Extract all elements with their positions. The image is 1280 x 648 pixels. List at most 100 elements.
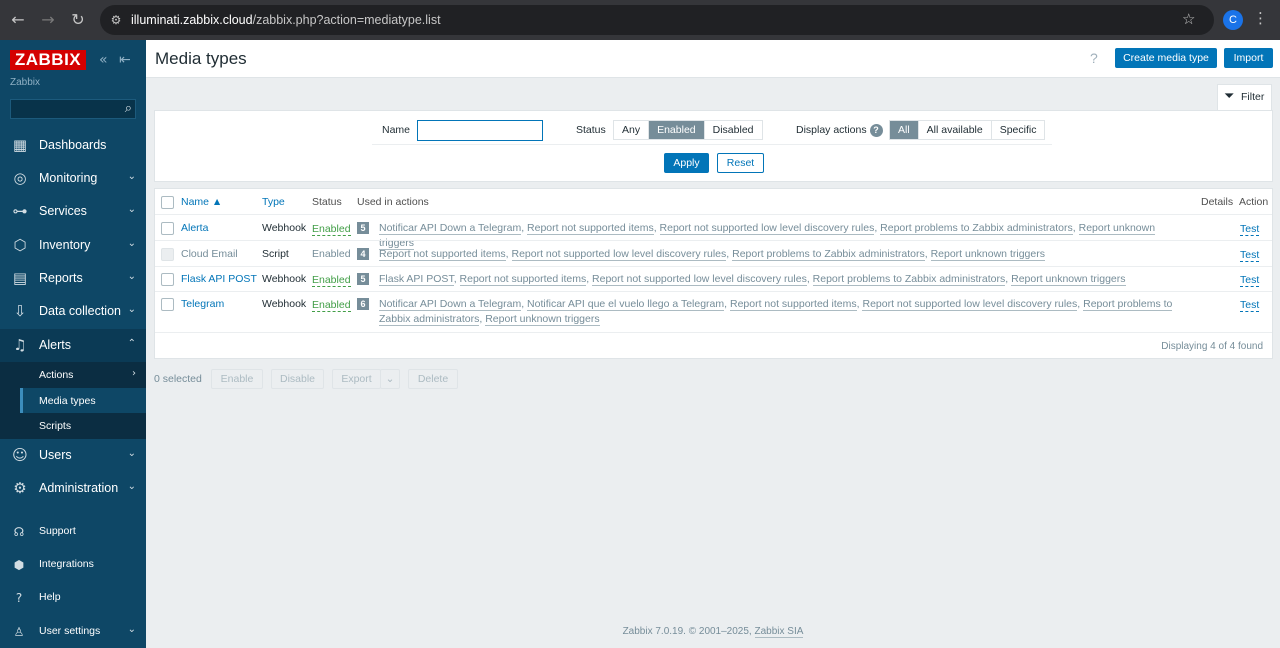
url-host: illuminati.zabbix.cloud bbox=[131, 13, 253, 27]
export-dropdown-icon[interactable]: ⌄ bbox=[380, 369, 400, 389]
actions-count-badge: 4 bbox=[357, 248, 369, 260]
header-name[interactable]: Name ▲ bbox=[181, 196, 222, 208]
profile-avatar[interactable]: C bbox=[1223, 10, 1243, 30]
user-icon: ♙ bbox=[13, 625, 25, 639]
sidebar: ZABBIX « ⇤ Zabbix ⌕ ▦ Dashboards ◎ Monit… bbox=[0, 40, 146, 648]
submenu-media-types[interactable]: Media types bbox=[20, 388, 146, 413]
submenu-scripts[interactable]: Scripts bbox=[20, 413, 146, 438]
data-collection-icon: ⇩ bbox=[13, 302, 27, 320]
media-type-name[interactable]: Alerta bbox=[181, 221, 208, 236]
table-row: Flask API POST Webhook Enabled 5 Flask A… bbox=[155, 266, 1272, 291]
search-icon[interactable]: ⌕ bbox=[125, 101, 132, 116]
action-link[interactable]: Report problems to Zabbix administrators bbox=[812, 273, 1006, 286]
row-checkbox[interactable] bbox=[161, 248, 174, 261]
back-arrow-icon[interactable]: ← bbox=[8, 10, 28, 30]
browser-toolbar: ← → ↻ ⚙ illuminati.zabbix.cloud/zabbix.p… bbox=[0, 0, 1280, 40]
action-link[interactable]: Report not supported items bbox=[729, 298, 857, 311]
action-link[interactable]: Report not supported low level discovery… bbox=[592, 273, 807, 286]
action-link[interactable]: Notificar API Down a Telegram bbox=[379, 222, 522, 235]
menu-services[interactable]: ⊶ Services ⌄ bbox=[0, 195, 146, 228]
menu-user-settings[interactable]: ♙ User settings ⌄ bbox=[0, 619, 146, 645]
question-icon[interactable]: ? bbox=[1090, 50, 1098, 66]
menu-dashboards[interactable]: ▦ Dashboards bbox=[0, 129, 146, 162]
create-media-type-button[interactable]: Create media type bbox=[1115, 48, 1217, 68]
status-toggle[interactable]: Enabled bbox=[312, 299, 351, 312]
select-all-checkbox[interactable] bbox=[161, 196, 174, 209]
menu-integrations[interactable]: ⬢ Integrations bbox=[0, 552, 146, 578]
action-link[interactable]: Report not supported low level discovery… bbox=[659, 222, 875, 235]
question-icon[interactable]: ? bbox=[869, 124, 883, 137]
header-type[interactable]: Type bbox=[262, 196, 285, 208]
test-link[interactable]: Test bbox=[1240, 249, 1260, 262]
action-link[interactable]: Report not supported items bbox=[459, 273, 587, 286]
filter-tab-label: Filter bbox=[1241, 91, 1265, 103]
collapse-sidebar-icon[interactable]: « bbox=[99, 52, 108, 68]
actions-count-badge: 5 bbox=[357, 273, 369, 285]
menu-help[interactable]: ? Help bbox=[0, 585, 146, 611]
action-link[interactable]: Notificar API Down a Telegram bbox=[379, 298, 522, 311]
table-row: Cloud Email Script Enabled 4 Report not … bbox=[155, 240, 1272, 266]
menu-data-collection[interactable]: ⇩ Data collection ⌄ bbox=[0, 295, 146, 328]
test-link[interactable]: Test bbox=[1240, 274, 1260, 287]
actions-count-badge: 5 bbox=[357, 222, 369, 234]
action-link[interactable]: Notificar API que el vuelo llego a Teleg… bbox=[527, 298, 725, 311]
test-link[interactable]: Test bbox=[1240, 299, 1260, 312]
delete-button[interactable]: Delete bbox=[408, 369, 458, 389]
site-settings-icon[interactable]: ⚙ bbox=[108, 12, 124, 28]
zabbix-logo[interactable]: ZABBIX bbox=[10, 50, 86, 70]
reset-button[interactable]: Reset bbox=[717, 153, 764, 173]
name-filter-input[interactable] bbox=[417, 120, 543, 141]
action-link[interactable]: Report unknown triggers bbox=[930, 248, 1045, 261]
row-checkbox[interactable] bbox=[161, 222, 174, 235]
reload-icon[interactable]: ↻ bbox=[68, 10, 88, 30]
menu-label: Data collection bbox=[39, 304, 121, 318]
menu-administration[interactable]: ⚙ Administration ⌄ bbox=[0, 472, 146, 505]
action-link[interactable]: Report not supported items bbox=[379, 248, 506, 261]
display-all[interactable]: All bbox=[890, 121, 919, 139]
row-checkbox[interactable] bbox=[161, 298, 174, 311]
import-button[interactable]: Import bbox=[1224, 48, 1273, 68]
action-link[interactable]: Report problems to Zabbix administrators bbox=[880, 222, 1073, 235]
action-link[interactable]: Flask API POST bbox=[379, 273, 454, 286]
apply-button[interactable]: Apply bbox=[664, 153, 709, 173]
export-button[interactable]: Export bbox=[332, 369, 381, 389]
media-types-table: Name ▲ Type Status Used in actions Detai… bbox=[154, 188, 1273, 359]
status-enabled[interactable]: Enabled bbox=[649, 121, 705, 139]
chevron-down-icon: ⌄ bbox=[127, 204, 136, 215]
dashboard-icon: ▦ bbox=[12, 136, 28, 154]
url-text[interactable]: illuminati.zabbix.cloud/zabbix.php?actio… bbox=[131, 12, 441, 28]
enable-button[interactable]: Enable bbox=[211, 369, 263, 389]
filter-tab[interactable]: ⏷ Filter bbox=[1217, 84, 1272, 111]
disable-button[interactable]: Disable bbox=[271, 369, 324, 389]
action-link[interactable]: Report not supported low level discovery… bbox=[511, 248, 727, 261]
menu-alerts[interactable]: ♫ Alerts ⌃ bbox=[0, 329, 146, 362]
status-disabled[interactable]: Disabled bbox=[704, 121, 762, 139]
media-type-name[interactable]: Flask API POST bbox=[181, 272, 257, 287]
action-link[interactable]: Report unknown triggers bbox=[1011, 273, 1126, 286]
row-checkbox[interactable] bbox=[161, 273, 174, 286]
media-type-name[interactable]: Telegram bbox=[181, 297, 224, 312]
action-link[interactable]: Report not supported items bbox=[527, 222, 654, 235]
display-specific[interactable]: Specific bbox=[991, 121, 1045, 139]
menu-reports[interactable]: ▤ Reports ⌄ bbox=[0, 262, 146, 295]
action-link[interactable]: Report not supported low level discovery… bbox=[862, 298, 1078, 311]
forward-arrow-icon[interactable]: → bbox=[38, 10, 58, 30]
status-any[interactable]: Any bbox=[614, 121, 650, 139]
menu-support[interactable]: ☊ Support bbox=[0, 519, 146, 545]
bookmark-star-icon[interactable]: ☆ bbox=[1182, 10, 1195, 28]
zabbix-sia-link[interactable]: Zabbix SIA bbox=[754, 626, 804, 638]
test-link[interactable]: Test bbox=[1240, 223, 1260, 236]
browser-menu-icon[interactable]: ⋮ bbox=[1253, 9, 1268, 27]
menu-monitoring[interactable]: ◎ Monitoring ⌄ bbox=[0, 162, 146, 195]
action-link[interactable]: Report unknown triggers bbox=[485, 313, 600, 326]
menu-users[interactable]: ☺ Users ⌄ bbox=[0, 439, 146, 472]
display-all-available[interactable]: All available bbox=[918, 121, 992, 139]
submenu-actions[interactable]: Actions › bbox=[20, 362, 146, 387]
sidebar-search-input[interactable]: ⌕ bbox=[10, 99, 136, 119]
media-type-name[interactable]: Cloud Email bbox=[181, 247, 238, 262]
menu-inventory[interactable]: ⬡ Inventory ⌄ bbox=[0, 229, 146, 262]
action-link[interactable]: Report problems to Zabbix administrators bbox=[732, 248, 925, 261]
status-toggle[interactable]: Enabled bbox=[312, 274, 351, 287]
hide-sidebar-icon[interactable]: ⇤ bbox=[119, 52, 131, 68]
status-toggle[interactable]: Enabled bbox=[312, 223, 351, 236]
